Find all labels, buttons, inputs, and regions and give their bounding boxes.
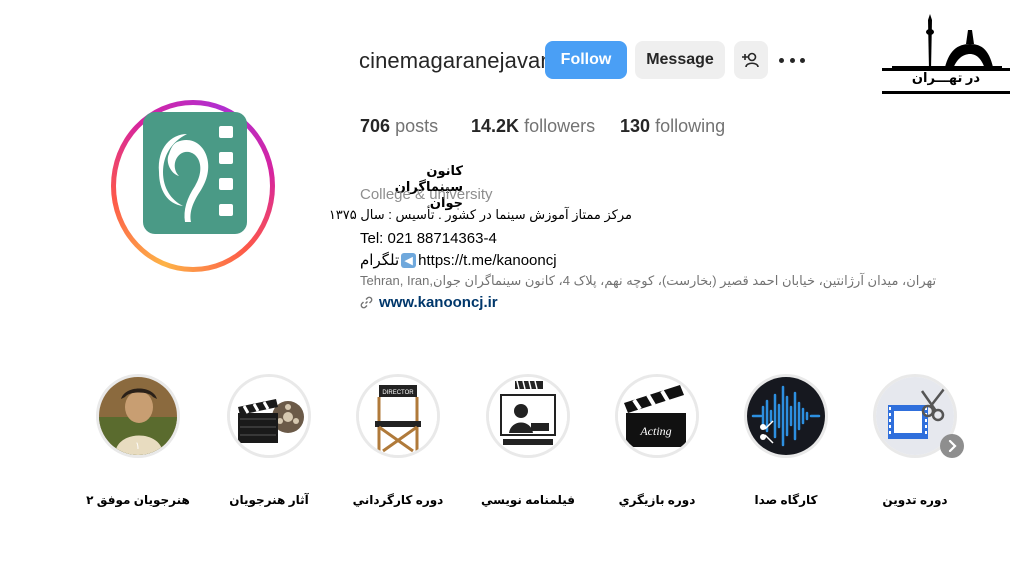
svg-text:Acting: Acting [639, 424, 671, 438]
following-count[interactable]: 130 following [620, 116, 725, 137]
highlight-label: دوره كارگرداني [352, 493, 444, 507]
highlight-screenwriting[interactable] [486, 374, 570, 458]
followers-count[interactable]: 14.2K followers [471, 116, 595, 137]
person-add-icon [742, 52, 759, 68]
director-chair-icon: DIRECTOR [359, 377, 437, 455]
kanoon-logo-icon [143, 112, 247, 234]
left-arrow-icon: ◀ [401, 252, 417, 268]
film-reel-clapper-icon [230, 377, 308, 455]
highlight-label: فيلمنامه نويسي [480, 493, 576, 507]
highlight-successful-students[interactable]: ۱ [96, 374, 180, 458]
portrait-photo-icon: ۱ [99, 377, 177, 455]
address-fa: تهران، میدان آرژانتین، خیابان احمد قصیر … [433, 273, 937, 288]
svg-text:DIRECTOR: DIRECTOR [382, 390, 414, 396]
highlight-directing-course[interactable]: DIRECTOR [356, 374, 440, 458]
tehran-banner-text: در تهـــران [911, 70, 981, 85]
followers-label: followers [524, 116, 596, 136]
bio-website-link[interactable]: www.kanooncj.ir [360, 294, 498, 311]
suggested-accounts-button[interactable] [734, 41, 768, 79]
highlight-acting-course[interactable]: Acting [615, 374, 699, 458]
highlights-next-button[interactable] [940, 434, 964, 458]
svg-text:۱: ۱ [135, 441, 140, 452]
website-url: www.kanooncj.ir [379, 294, 498, 311]
chevron-right-icon [948, 440, 957, 452]
highlight-label: كارگاه صدا [754, 493, 818, 507]
telegram-label: تلگرام [360, 252, 400, 269]
posts-label: posts [395, 116, 439, 136]
username: cinemagaranejavan [359, 48, 553, 73]
highlight-label: آثار هنرجويان [229, 493, 309, 507]
bio-category: College & university [360, 186, 493, 203]
acting-clapper-icon: Acting [618, 377, 696, 455]
address-en: Tehran, Iran [360, 273, 430, 288]
bio-telegram: تلگرام ◀ https://t.me/kanooncj [360, 251, 557, 270]
more-options-icon[interactable] [779, 48, 805, 72]
telegram-url: https://t.me/kanooncj [418, 251, 557, 269]
bio-address: Tehran, Iran,تهران، میدان آرژانتین، خیاب… [360, 273, 937, 288]
message-button[interactable]: Message [635, 41, 725, 79]
highlight-student-works[interactable] [227, 374, 311, 458]
highlight-label: دوره بازيگري [618, 493, 696, 507]
follow-button[interactable]: Follow [545, 41, 627, 79]
posts-count[interactable]: 706 posts [360, 116, 438, 137]
sound-wave-icon [747, 377, 825, 455]
followers-count-value: 14.2K [471, 116, 520, 136]
highlight-label: هنرجويان موفق ۲ [86, 493, 190, 507]
highlight-label: دوره تدوين [882, 493, 948, 507]
link-icon [360, 296, 373, 309]
following-label: following [655, 116, 726, 136]
typewriter-writer-icon [489, 377, 567, 455]
highlight-sound-workshop[interactable] [744, 374, 828, 458]
following-count-value: 130 [620, 116, 651, 136]
bio-phone: Tel: 021 88714363-4 [360, 230, 497, 247]
bio-description: مرکز ممتاز آموزش سینما در کشور . تأسیس :… [328, 207, 632, 222]
posts-count-value: 706 [360, 116, 391, 136]
